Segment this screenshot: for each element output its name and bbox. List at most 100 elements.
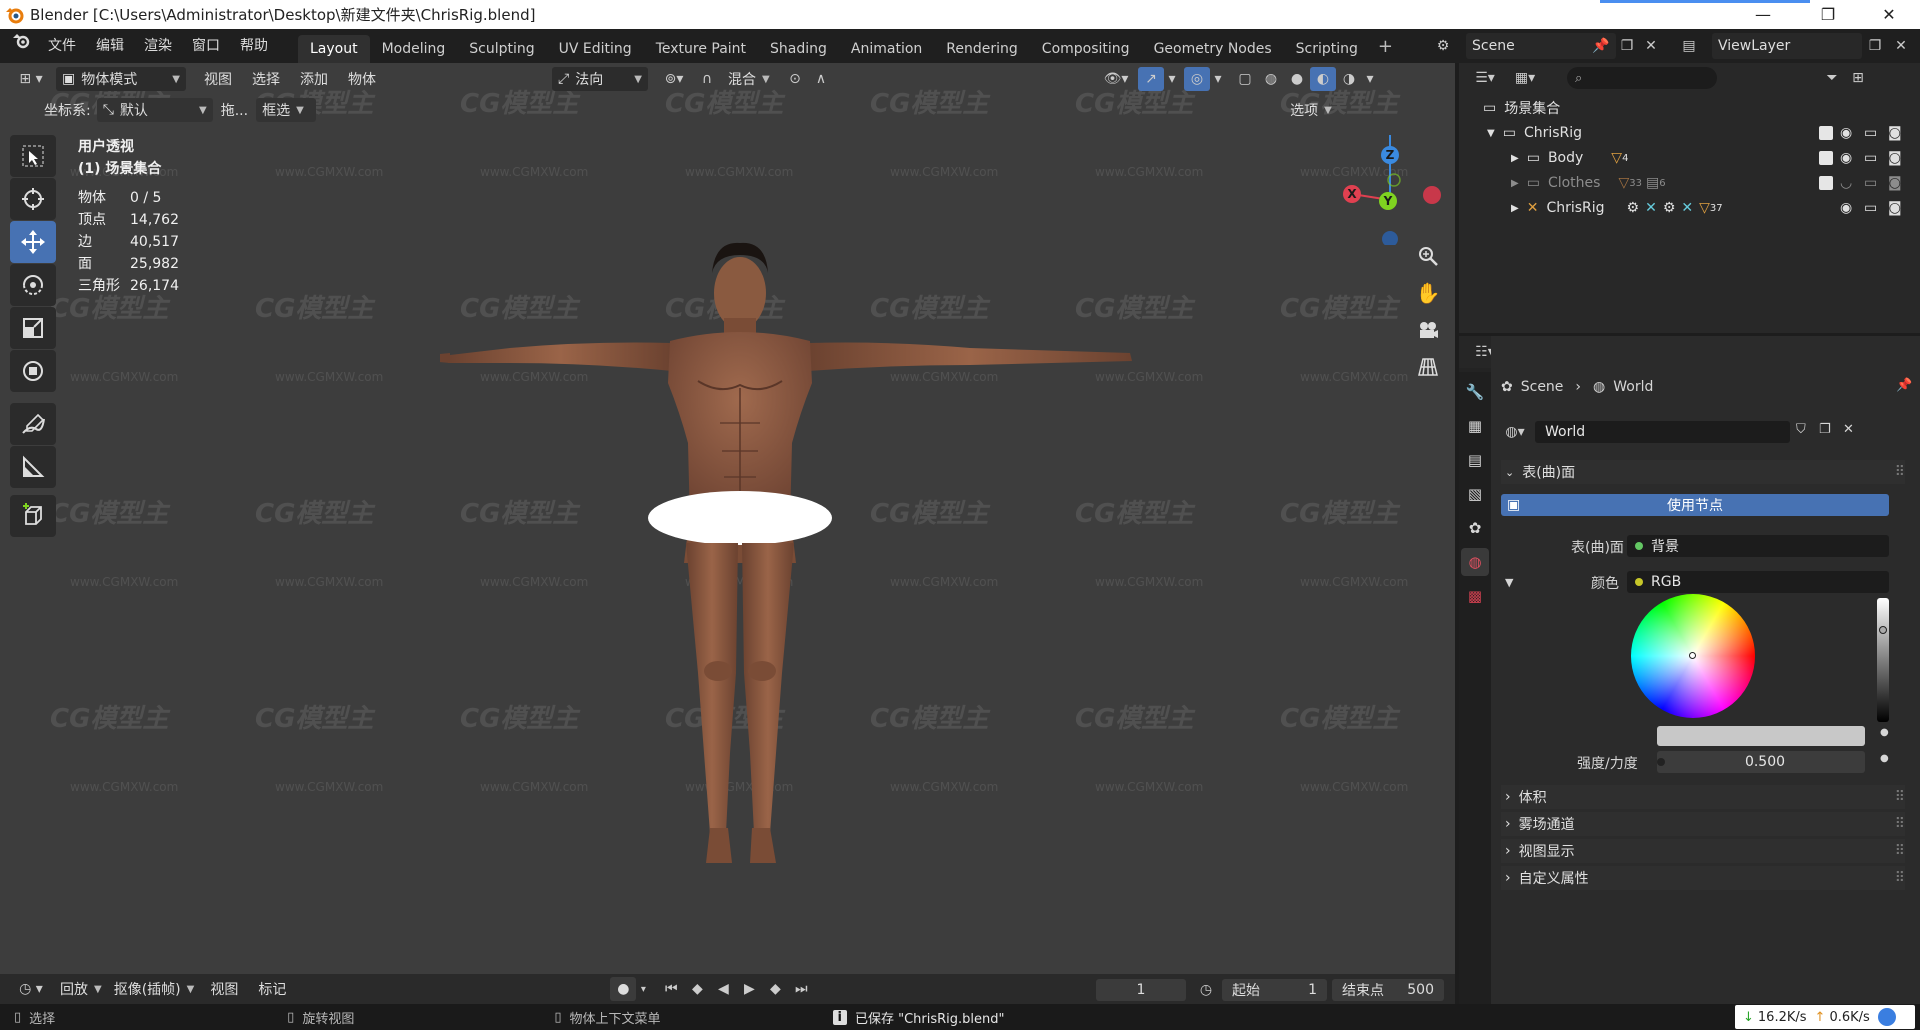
options-dropdown[interactable]: 选项 ▼ <box>1284 98 1340 122</box>
visibility-dropdown-icon[interactable]: 👁▾ <box>1098 67 1134 91</box>
outliner-row-chrisrig-collection[interactable]: ▼ ▭ ChrisRig ◉ ▭ ◙ <box>1459 121 1920 145</box>
current-frame-field[interactable]: 1 <box>1096 979 1186 1001</box>
surface-panel-header[interactable]: ⌄ 表(曲)面 ⠿ <box>1501 460 1905 484</box>
cursor-tool[interactable] <box>10 178 56 220</box>
mode-dropdown[interactable]: ▣ 物体模式 ▼ <box>56 67 186 91</box>
menu-help[interactable]: 帮助 <box>230 29 278 63</box>
snap-toggle-icon[interactable]: ∩ <box>694 67 720 91</box>
snap-mode-dropdown[interactable]: 混合 ▼ <box>722 67 778 91</box>
fake-user-shield-icon[interactable]: ⛉ <box>1796 422 1806 437</box>
menu-object[interactable]: 物体 <box>338 69 386 89</box>
tab-rendering[interactable]: Rendering <box>934 35 1030 63</box>
monitor-icon[interactable]: ▭ <box>1864 150 1877 166</box>
collapse-arrow-icon[interactable]: ▼ <box>1505 576 1513 589</box>
camera-icon[interactable]: ◙ <box>1888 125 1902 141</box>
add-workspace-button[interactable]: + <box>1370 36 1401 57</box>
viewlayer-name-field[interactable]: ViewLayer <box>1712 33 1862 59</box>
tab-sculpting[interactable]: Sculpting <box>457 35 546 63</box>
value-slider[interactable] <box>1877 598 1889 722</box>
menu-add[interactable]: 添加 <box>290 69 338 89</box>
end-frame-field[interactable]: 结束点 500 <box>1332 979 1444 1001</box>
tab-world[interactable]: ◍ <box>1461 548 1489 576</box>
new-collection-icon[interactable]: ⊞ <box>1845 66 1871 90</box>
chevron-down-icon[interactable]: ▾ <box>1164 67 1180 91</box>
rendered-shading-icon[interactable]: ◑ <box>1336 67 1362 91</box>
delete-viewlayer-icon[interactable]: ✕ <box>1888 34 1914 58</box>
new-viewlayer-icon[interactable]: ❐ <box>1862 34 1888 58</box>
pin-scene-icon[interactable]: 📌 <box>1588 34 1614 58</box>
minimize-button[interactable]: — <box>1740 0 1786 29</box>
measure-tool[interactable] <box>10 446 56 488</box>
viewport-display-panel-header[interactable]: › 视图显示 ⠿ <box>1501 839 1905 863</box>
menu-edit[interactable]: 编辑 <box>86 29 134 63</box>
outliner-row-scene-collection[interactable]: ▭ 场景集合 <box>1459 96 1920 120</box>
tab-texture-paint[interactable]: Texture Paint <box>644 35 758 63</box>
exclude-checkbox[interactable] <box>1819 176 1833 190</box>
outliner-row-armature[interactable]: ▶ ✕ ChrisRig ⚙ ✕ ⚙ ✕ ▽ 37 ◉ ▭ ◙ <box>1459 196 1920 220</box>
volume-panel-header[interactable]: › 体积 ⠿ <box>1501 785 1905 809</box>
filter-icon[interactable]: ⏷ <box>1819 66 1845 90</box>
xray-toggle-icon[interactable]: ▢ <box>1232 67 1258 91</box>
playback-dropdown[interactable]: 回放 ▼ <box>54 977 108 1001</box>
color-swatch[interactable] <box>1657 726 1865 746</box>
annotate-tool[interactable] <box>10 403 56 445</box>
next-keyframe-button[interactable]: ◆ <box>762 977 788 1001</box>
falloff-icon[interactable]: ∧ <box>808 67 834 91</box>
coord-system-dropdown[interactable]: ⤡ 默认 ▼ <box>96 98 213 122</box>
tab-texture[interactable]: ▩ <box>1461 582 1489 610</box>
tab-geometry-nodes[interactable]: Geometry Nodes <box>1142 35 1284 63</box>
drag-handle-icon[interactable]: ⠿ <box>1895 843 1905 859</box>
color-input-field[interactable]: RGB <box>1627 571 1889 593</box>
new-scene-icon[interactable]: ❐ <box>1614 34 1640 58</box>
tab-tool[interactable]: 🔧 <box>1461 378 1489 406</box>
navigation-gizmo[interactable]: Z X Y <box>1338 135 1455 245</box>
chevron-down-icon[interactable]: ▾ <box>636 977 650 1001</box>
world-browse-icon[interactable]: ◍▾ <box>1497 420 1533 444</box>
tab-uv-editing[interactable]: UV Editing <box>547 35 644 63</box>
color-wheel[interactable] <box>1631 594 1755 718</box>
monitor-icon[interactable]: ▭ <box>1864 125 1877 141</box>
outliner-row-body[interactable]: ▶ ▭ Body ▽ 4 ◉ ▭ ◙ <box>1459 146 1920 170</box>
play-button[interactable]: ▶ <box>736 977 762 1001</box>
eye-icon[interactable]: ◉ <box>1840 150 1852 166</box>
tab-shading[interactable]: Shading <box>758 35 839 63</box>
select-box-tool[interactable] <box>10 135 56 177</box>
eye-icon[interactable]: ◉ <box>1840 125 1852 141</box>
pin-icon[interactable]: 📌 <box>1896 378 1912 393</box>
camera-view-button[interactable] <box>1413 315 1443 345</box>
monitor-icon[interactable]: ▭ <box>1864 175 1877 191</box>
pivot-point-icon[interactable]: ⊚▾ <box>656 67 692 91</box>
move-tool[interactable] <box>10 221 56 263</box>
keying-dropdown[interactable]: 抠像(插帧) ▼ <box>108 977 201 1001</box>
camera-icon[interactable]: ◙ <box>1888 150 1902 166</box>
play-reverse-button[interactable]: ◀ <box>710 977 736 1001</box>
start-frame-field[interactable]: 起始 1 <box>1222 979 1327 1001</box>
camera-icon[interactable]: ◙ <box>1888 175 1902 191</box>
menu-window[interactable]: 窗口 <box>182 29 230 63</box>
editor-type-icon[interactable]: ⊞ ▾ <box>12 67 50 91</box>
tab-view-layer[interactable]: ▧ <box>1461 480 1489 508</box>
color-picker-cursor[interactable] <box>1689 652 1696 659</box>
chevron-down-icon[interactable]: ▾ <box>1210 67 1226 91</box>
transform-tool[interactable] <box>10 350 56 392</box>
surface-shader-field[interactable]: 背景 <box>1627 535 1889 557</box>
display-mode-icon[interactable]: ▦▾ <box>1507 66 1543 90</box>
outliner-search-input[interactable]: ⌕ <box>1567 67 1717 89</box>
solid-shading-icon[interactable]: ● <box>1284 67 1310 91</box>
outliner-editor-type-icon[interactable]: ☰▾ <box>1467 66 1503 90</box>
gizmo-toggle-icon[interactable]: ↗ <box>1138 67 1164 91</box>
custom-properties-panel-header[interactable]: › 自定义属性 ⠿ <box>1501 866 1905 890</box>
viewlayer-selector-icon[interactable]: ▤ <box>1676 34 1702 58</box>
tab-animation[interactable]: Animation <box>839 35 934 63</box>
exclude-checkbox[interactable] <box>1819 151 1833 165</box>
eye-icon[interactable]: ◉ <box>1840 200 1852 216</box>
maximize-button[interactable]: ❐ <box>1805 0 1851 29</box>
jump-start-button[interactable]: ⏮ <box>658 977 684 1001</box>
perspective-toggle-button[interactable] <box>1413 352 1443 382</box>
menu-select[interactable]: 选择 <box>242 69 290 89</box>
timeline-view-menu[interactable]: 视图 <box>200 979 248 999</box>
prev-keyframe-button[interactable]: ◆ <box>684 977 710 1001</box>
rotate-tool[interactable] <box>10 264 56 306</box>
value-slider-handle[interactable] <box>1879 626 1887 634</box>
transform-orientation-dropdown[interactable]: ⤢ 法向 ▼ <box>552 67 648 91</box>
